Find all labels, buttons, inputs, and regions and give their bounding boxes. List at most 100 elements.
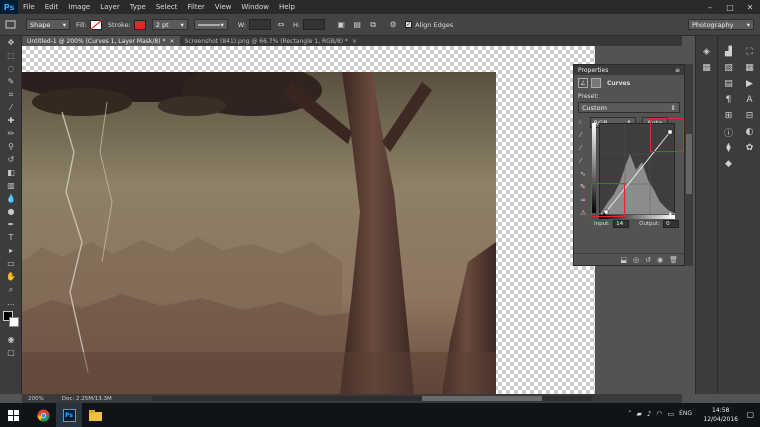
layer-mask-icon[interactable] [591, 78, 601, 88]
clip-to-layer-icon[interactable]: ⬓ [620, 256, 627, 264]
lasso-tool-icon[interactable]: ◌ [0, 62, 22, 75]
path-alignment-icon[interactable]: ▤ [351, 19, 363, 31]
background-color-swatch[interactable] [9, 317, 19, 327]
output-field[interactable]: 0 [663, 220, 680, 228]
eraser-tool-icon[interactable]: ◧ [0, 166, 22, 179]
menu-layer[interactable]: Layer [95, 3, 125, 11]
stroke-width-field[interactable]: 2 pt ▾ [151, 19, 188, 30]
scrollbar-thumb[interactable] [686, 134, 692, 194]
file-explorer-icon[interactable] [82, 403, 108, 427]
link-icon[interactable]: ⇔ [275, 19, 287, 31]
clone-source-icon[interactable]: ✿ [739, 140, 760, 156]
clipping-warning-icon[interactable]: ⚠ [580, 207, 586, 220]
brush-tool-icon[interactable]: ✏ [0, 127, 22, 140]
properties-scrollbar[interactable] [685, 64, 693, 266]
channels-icon[interactable]: ⧫ [718, 140, 739, 156]
notifications-icon[interactable]: ▢ [746, 410, 754, 419]
scrollbar-thumb[interactable] [422, 396, 542, 401]
gray-point-eyedropper-icon[interactable]: ⁄ [580, 142, 586, 155]
menu-help[interactable]: Help [274, 3, 300, 11]
history-icon[interactable]: ▤ [718, 76, 739, 92]
rectangle-shape-tool-icon[interactable]: ▭ [0, 257, 22, 270]
horizontal-scrollbar[interactable] [152, 396, 592, 401]
white-point-eyedropper-icon[interactable]: ⁄ [580, 155, 586, 168]
navigator-icon[interactable]: ⛶ [739, 44, 760, 60]
clock[interactable]: 14:58 12/04/2016 [703, 406, 738, 424]
quick-select-tool-icon[interactable]: ✎ [0, 75, 22, 88]
wifi-icon[interactable]: ◠ [656, 410, 662, 418]
curve-edit-icon[interactable]: ∿ [580, 168, 586, 181]
fill-swatch[interactable] [89, 19, 102, 30]
pencil-draw-icon[interactable]: ✎ [580, 181, 586, 194]
menu-type[interactable]: Type [125, 3, 151, 11]
blur-tool-icon[interactable]: 💧 [0, 192, 22, 205]
info-icon[interactable]: ⓘ [718, 124, 739, 140]
tab-untitled-1[interactable]: Untitled-1 @ 200% (Curves 1, Layer Mask/… [22, 36, 180, 46]
maximize-button[interactable]: □ [720, 0, 740, 14]
paragraph-icon[interactable]: ¶ [718, 92, 739, 108]
screen-mode-icon[interactable]: ▢ [0, 346, 22, 359]
path-operations-icon[interactable]: ▣ [335, 19, 347, 31]
preset-select[interactable]: Custom ⇕ [578, 102, 680, 113]
gradient-tool-icon[interactable]: ▥ [0, 179, 22, 192]
properties-panel-title[interactable]: Properties [578, 67, 608, 74]
layers-icon[interactable]: ◈ [696, 44, 717, 60]
clone-stamp-tool-icon[interactable]: ⚲ [0, 140, 22, 153]
rectangle-tool-icon[interactable] [4, 19, 16, 31]
black-point-eyedropper-icon[interactable]: ⁄ [580, 129, 586, 142]
view-previous-icon[interactable]: ◎ [633, 256, 639, 264]
language-indicator[interactable]: ENG [679, 410, 692, 418]
visibility-eye-icon[interactable]: ◉ [657, 256, 663, 264]
stroke-type-select[interactable]: ▾ [193, 19, 228, 30]
hand-tool-icon[interactable]: ✋ [0, 270, 22, 283]
menu-file[interactable]: File [18, 3, 40, 11]
chevron-up-icon[interactable]: ˄ [628, 410, 632, 418]
dodge-tool-icon[interactable]: ● [0, 205, 22, 218]
zoom-level[interactable]: 200% [28, 396, 44, 402]
battery-icon[interactable]: ▭ [667, 410, 674, 418]
properties-icon[interactable]: ▦ [696, 60, 717, 76]
path-selection-tool-icon[interactable]: ▸ [0, 244, 22, 257]
menu-image[interactable]: Image [63, 3, 95, 11]
zoom-tool-icon[interactable]: ⌕ [0, 283, 22, 296]
gear-icon[interactable]: ⚙ [387, 19, 399, 31]
chrome-icon[interactable] [30, 403, 56, 427]
close-icon[interactable]: × [169, 38, 174, 45]
height-field[interactable] [303, 19, 326, 30]
styles-icon[interactable]: ◐ [739, 124, 760, 140]
align-edges-checkbox[interactable]: ✓ [405, 21, 413, 28]
width-field[interactable] [249, 19, 272, 30]
tab-screenshot-841[interactable]: Screenshot (841).png @ 66.7% (Rectangle … [180, 36, 363, 46]
windows-start-icon[interactable] [0, 403, 26, 427]
type-tool-icon[interactable]: T [0, 231, 22, 244]
crop-tool-icon[interactable]: ⌗ [0, 88, 22, 101]
color-icon[interactable]: ▧ [718, 60, 739, 76]
curves-adjustment-icon[interactable]: ∠ [578, 78, 588, 88]
history-brush-tool-icon[interactable]: ↺ [0, 153, 22, 166]
tool-mode-select[interactable]: Shape ▾ [26, 19, 70, 30]
actions-icon[interactable]: ▶ [739, 76, 760, 92]
target-adjustment-icon[interactable]: ☝ [578, 119, 582, 126]
path-arrangement-icon[interactable]: ⧉ [367, 19, 379, 31]
trash-icon[interactable]: 🗑 [669, 256, 678, 264]
speaker-icon[interactable]: ♪ [647, 410, 651, 418]
reset-icon[interactable]: ↺ [645, 256, 651, 264]
close-button[interactable]: ✕ [740, 0, 760, 14]
stroke-swatch[interactable] [133, 19, 146, 30]
menu-filter[interactable]: Filter [182, 3, 209, 11]
marquee-tool-icon[interactable]: ⬚ [0, 49, 22, 62]
close-icon[interactable]: × [352, 38, 357, 45]
edit-toolbar-icon[interactable]: … [0, 296, 22, 309]
pen-tool-icon[interactable]: ✒ [0, 218, 22, 231]
move-tool-icon[interactable]: ✥ [0, 36, 22, 49]
menu-select[interactable]: Select [151, 3, 183, 11]
minimize-button[interactable]: – [700, 0, 720, 14]
input-field[interactable]: 14 [613, 220, 630, 228]
forest-tree-photo[interactable] [22, 72, 496, 394]
menu-window[interactable]: Window [236, 3, 274, 11]
quick-mask-icon[interactable]: ◉ [0, 333, 22, 346]
white-input-slider[interactable]: ▲ [668, 211, 673, 218]
brush-presets-icon[interactable]: ⊞ [718, 108, 739, 124]
menu-view[interactable]: View [210, 3, 237, 11]
network-icon[interactable]: ▰ [637, 410, 642, 418]
